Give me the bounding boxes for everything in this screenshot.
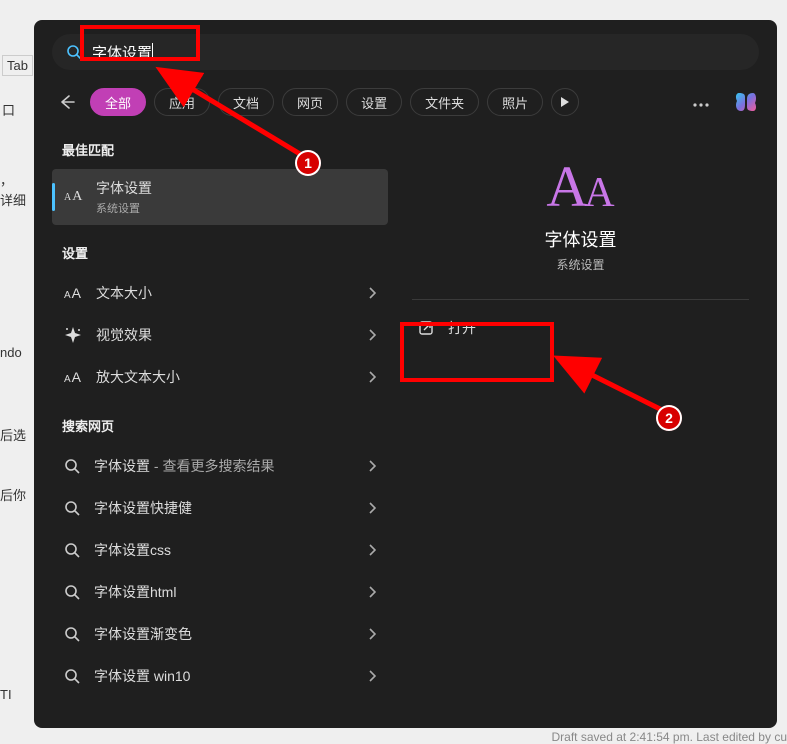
preview-right-pane: AA 字体设置 系统设置 打开 (402, 134, 759, 710)
dots-icon (693, 103, 709, 107)
search-input[interactable] (163, 44, 745, 61)
chevron-right-icon (368, 544, 376, 556)
result-label: 放大文本大小 (96, 367, 354, 387)
chevron-right-icon (368, 287, 376, 299)
search-icon (64, 584, 80, 600)
arrow-left-icon (59, 94, 75, 110)
bg-frag: 详细 (0, 190, 26, 209)
annotation-badge-1: 1 (295, 150, 321, 176)
result-label: 视觉效果 (96, 325, 354, 345)
chevron-right-icon (368, 371, 376, 383)
font-hero-icon: AA (546, 158, 614, 216)
tab-web[interactable]: 网页 (282, 88, 338, 116)
results-left-pane: 最佳匹配 AA 字体设置 系统设置 设置 AA 文本大小 视觉效果 A (52, 134, 388, 710)
best-result-title: 字体设置 (96, 178, 376, 198)
bg-frag: TI (0, 687, 12, 702)
result-web-gradient[interactable]: 字体设置渐变色 (52, 613, 388, 655)
bg-frag: ， (0, 170, 13, 189)
best-result-subtitle: 系统设置 (96, 200, 376, 216)
bg-frag: 后选 (0, 425, 26, 444)
tab-photos[interactable]: 照片 (487, 88, 543, 116)
search-icon (66, 44, 82, 60)
search-icon (64, 458, 80, 474)
result-visual-effects[interactable]: 视觉效果 (52, 314, 388, 356)
filter-tabs: 全部 应用 文档 网页 设置 文件夹 照片 (52, 88, 759, 116)
search-panel: 字体设置 全部 应用 文档 网页 设置 文件夹 照片 最佳匹配 (34, 20, 777, 728)
font-icon: AA (64, 189, 82, 205)
visual-effects-icon (64, 326, 82, 344)
section-settings: 设置 (52, 237, 388, 272)
result-label: 字体设置快捷健 (94, 498, 354, 518)
preview-divider (412, 299, 749, 300)
copilot-icon[interactable] (733, 89, 759, 115)
annotation-badge-2: 2 (656, 405, 682, 431)
bg-frag: 口 (2, 100, 15, 119)
text-caret (152, 43, 153, 61)
tab-documents[interactable]: 文档 (218, 88, 274, 116)
search-icon (64, 542, 80, 558)
result-web-win10[interactable]: 字体设置 win10 (52, 655, 388, 697)
result-enlarge-text[interactable]: AA 放大文本大小 (52, 356, 388, 398)
back-button[interactable] (52, 94, 82, 110)
result-web-shortcut[interactable]: 字体设置快捷健 (52, 487, 388, 529)
section-web: 搜索网页 (52, 410, 388, 445)
result-label: 字体设置 - 查看更多搜索结果 (94, 456, 354, 476)
chevron-right-icon (368, 670, 376, 682)
preview-open-label: 打开 (448, 318, 476, 338)
text-size-icon: AA (64, 369, 82, 385)
result-best-font-settings[interactable]: AA 字体设置 系统设置 (52, 169, 388, 225)
tab-apps[interactable]: 应用 (154, 88, 210, 116)
result-text-size[interactable]: AA 文本大小 (52, 272, 388, 314)
open-external-icon (418, 320, 434, 336)
tab-folders[interactable]: 文件夹 (410, 88, 479, 116)
chevron-right-icon (368, 329, 376, 341)
result-web-more[interactable]: 字体设置 - 查看更多搜索结果 (52, 445, 388, 487)
more-menu-button[interactable] (687, 95, 715, 110)
tab-more-play[interactable] (551, 88, 579, 116)
bg-tab: Tab (2, 55, 33, 76)
result-web-html[interactable]: 字体设置html (52, 571, 388, 613)
result-label: 字体设置渐变色 (94, 624, 354, 644)
result-web-css[interactable]: 字体设置css (52, 529, 388, 571)
bg-frag: ndo (0, 345, 22, 360)
tab-settings[interactable]: 设置 (346, 88, 402, 116)
chevron-right-icon (368, 502, 376, 514)
preview-subtitle: 系统设置 (556, 256, 604, 273)
bg-frag: 后你 (0, 485, 26, 504)
search-bar[interactable]: 字体设置 (52, 34, 759, 70)
text-size-icon: AA (64, 285, 82, 301)
bg-footer-text: Draft saved at 2:41:54 pm. Last edited b… (552, 730, 787, 744)
preview-open-action[interactable]: 打开 (412, 306, 749, 350)
play-icon (560, 97, 570, 107)
preview-hero: AA 字体设置 系统设置 (412, 140, 749, 273)
search-query-text: 字体设置 (92, 42, 152, 63)
preview-title: 字体设置 (545, 226, 617, 252)
result-label: 字体设置css (94, 540, 354, 560)
chevron-right-icon (368, 628, 376, 640)
result-label: 字体设置 win10 (94, 666, 354, 686)
search-icon (64, 500, 80, 516)
chevron-right-icon (368, 586, 376, 598)
chevron-right-icon (368, 460, 376, 472)
section-best-match: 最佳匹配 (52, 134, 388, 169)
tab-all[interactable]: 全部 (90, 88, 146, 116)
search-icon (64, 626, 80, 642)
search-icon (64, 668, 80, 684)
result-label: 文本大小 (96, 283, 354, 303)
result-label: 字体设置html (94, 582, 354, 602)
